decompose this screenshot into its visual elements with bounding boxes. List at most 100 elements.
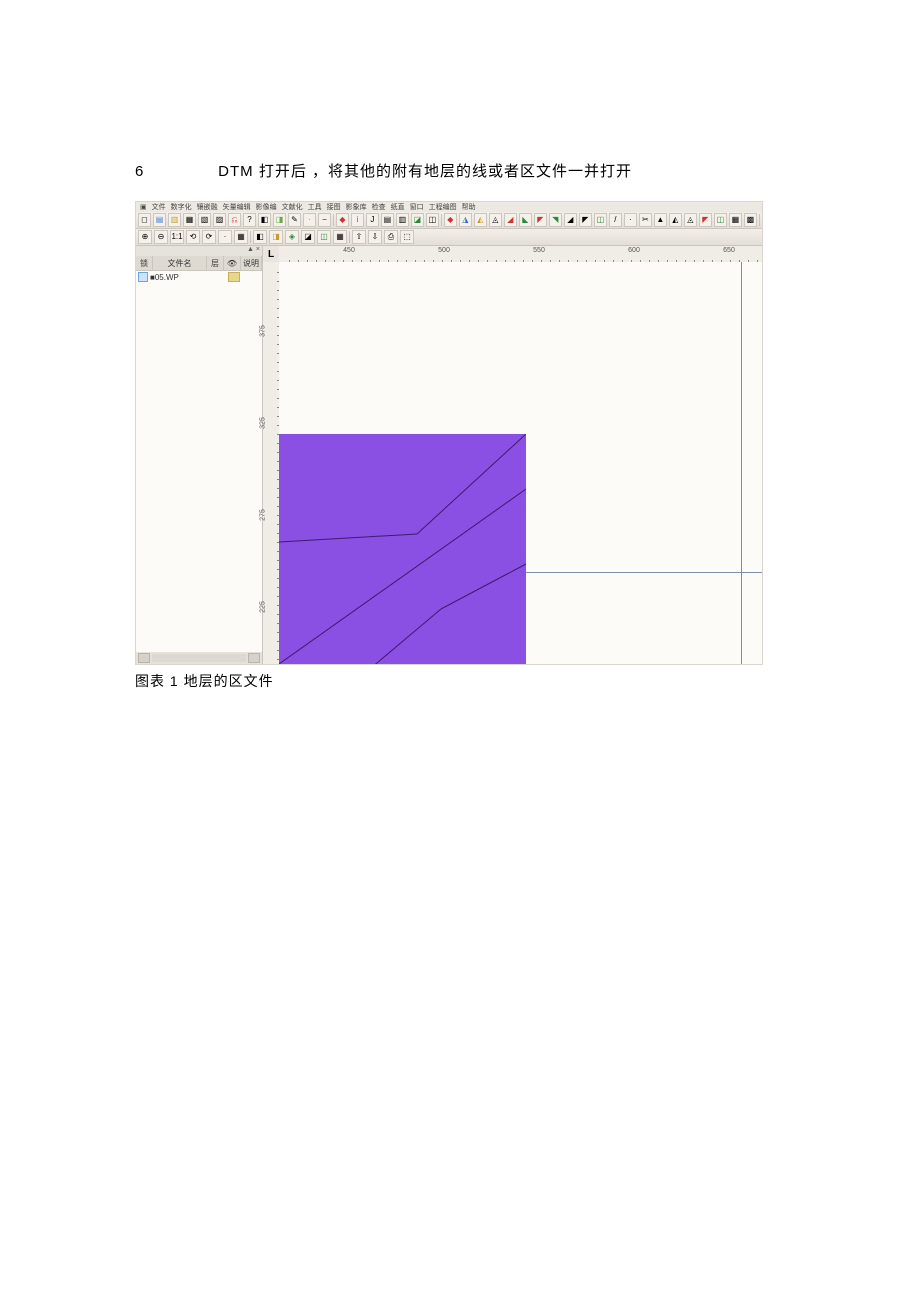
panel-hscroll[interactable] (136, 652, 262, 664)
toolbar-button[interactable]: · (624, 213, 637, 227)
toolbar-button[interactable]: ◮ (459, 213, 472, 227)
menu-item[interactable]: 数字化 (171, 202, 192, 212)
scroll-left-icon[interactable] (138, 653, 150, 663)
horizontal-ruler: 450500550600650 (279, 246, 762, 263)
toolbar-button[interactable]: ◤ (579, 213, 592, 227)
toolbar-button[interactable]: ◤ (534, 213, 547, 227)
menu-item[interactable]: 文件 (152, 202, 166, 212)
toolbar-button[interactable]: ▩ (744, 213, 757, 227)
toolbar-button[interactable]: ◭ (474, 213, 487, 227)
scroll-right-icon[interactable] (248, 653, 260, 663)
toolbar-button[interactable]: ⟲ (186, 230, 200, 244)
toolbar-button[interactable]: ◫ (714, 213, 727, 227)
file-name: ■05.WP (150, 273, 226, 282)
toolbar-button[interactable]: · (303, 213, 316, 227)
toolbar-button[interactable]: ▦ (333, 230, 347, 244)
workspace: ▲ × 锁 文件名 层 👁 说明 ■05.WP (136, 246, 762, 664)
toolbar-button[interactable]: ◬ (684, 213, 697, 227)
toolbar-button[interactable]: ▦ (183, 213, 196, 227)
ruler-label: 225 (260, 599, 267, 615)
toolbar-button[interactable]: / (609, 213, 622, 227)
menu-item[interactable]: 纸直 (391, 202, 405, 212)
menu-item[interactable]: 影象库 (346, 202, 367, 212)
toolbar-button[interactable]: ▦ (729, 213, 742, 227)
polygon-region[interactable] (279, 434, 526, 664)
toolbar-button[interactable]: ◫ (426, 213, 439, 227)
toolbar-button[interactable]: ▤ (381, 213, 394, 227)
toolbar-button[interactable]: ◢ (504, 213, 517, 227)
menu-item[interactable]: 镶嵌融 (197, 202, 218, 212)
toolbar-button[interactable]: ⇩ (368, 230, 382, 244)
toolbar-button[interactable]: ◆ (444, 213, 457, 227)
toolbar-button[interactable]: ◫ (317, 230, 331, 244)
file-row[interactable]: ■05.WP (136, 271, 262, 283)
menu-item[interactable]: 矢量编辑 (223, 202, 251, 212)
step-line: 6 DTM 打开后 ，将其他的附有地层的线或者区文件一并打开 (135, 160, 785, 181)
toolbar-button[interactable]: ◬ (489, 213, 502, 227)
col-lock: 锁 (136, 256, 153, 270)
toolbar-button[interactable]: ◫ (594, 213, 607, 227)
toolbar-button[interactable]: 1:1 (170, 230, 184, 244)
vertical-ruler: 375325275225 (263, 262, 280, 664)
toolbar-button[interactable]: J (366, 213, 379, 227)
toolbar-button[interactable]: ◪ (411, 213, 424, 227)
toolbar-button[interactable]: ◪ (301, 230, 315, 244)
toolbar-button[interactable]: i (351, 213, 364, 227)
menu-item[interactable]: 接图 (327, 202, 341, 212)
toolbar-button[interactable]: ⊖ (154, 230, 168, 244)
menu-item[interactable]: 帮助 (462, 202, 476, 212)
toolbar-button[interactable]: ✎ (288, 213, 301, 227)
file-checkbox[interactable] (138, 272, 148, 282)
app-icon: ▣ (140, 203, 147, 211)
toolbar-button[interactable]: ⎯ (318, 213, 331, 227)
toolbar-button[interactable]: ? (243, 213, 256, 227)
toolbar-button[interactable]: ◥ (549, 213, 562, 227)
canvas[interactable] (279, 262, 762, 664)
toolbar-button[interactable]: ◧ (258, 213, 271, 227)
toolbar-button[interactable]: ◤ (699, 213, 712, 227)
toolbar-button[interactable]: ⬚ (400, 230, 414, 244)
menu-item[interactable]: 影像编 (256, 202, 277, 212)
stratum-line (279, 489, 526, 664)
toolbar-button[interactable]: ◣ (519, 213, 532, 227)
toolbar-button[interactable]: ⊕ (138, 230, 152, 244)
toolbar-button[interactable]: ◨ (269, 230, 283, 244)
toolbar-button[interactable]: ▧ (198, 213, 211, 227)
toolbar-row-1: ◻▤▥▦▧▨⎌?◧◨✎·⎯◆iJ▤▥◪◫◆◮◭◬◢◣◤◥◢◤◫/·✂▲◭◬◤◫▦… (136, 212, 762, 229)
ruler-label: 375 (260, 323, 267, 339)
toolbar-button[interactable]: ◢ (564, 213, 577, 227)
menu-item[interactable]: 文献化 (282, 202, 303, 212)
ruler-label: 275 (260, 507, 267, 523)
scroll-track[interactable] (152, 654, 246, 662)
toolbar-button[interactable]: ▤ (153, 213, 166, 227)
menu-item[interactable]: 窗口 (410, 202, 424, 212)
toolbar-button[interactable]: · (218, 230, 232, 244)
toolbar-button[interactable]: ▲ (654, 213, 667, 227)
menu-item[interactable]: 工具 (308, 202, 322, 212)
stratum-line (371, 609, 441, 664)
toolbar-button[interactable]: ◆ (336, 213, 349, 227)
toolbar-button[interactable]: ⎙ (384, 230, 398, 244)
toolbar-button[interactable]: ⟳ (202, 230, 216, 244)
toolbar-button[interactable]: ◭ (669, 213, 682, 227)
stratum-line (441, 564, 526, 609)
toolbar-button[interactable]: ⎌ (228, 213, 241, 227)
toolbar-button[interactable]: ▥ (396, 213, 409, 227)
menu-item[interactable]: 工程编图 (429, 202, 457, 212)
toolbar-button[interactable]: ▨ (213, 213, 226, 227)
toolbar-button[interactable]: ◻ (138, 213, 151, 227)
ruler-label: 600 (628, 247, 640, 254)
ruler-label: 450 (343, 247, 355, 254)
menu-item[interactable]: 检查 (372, 202, 386, 212)
stratum-line (417, 434, 526, 534)
toolbar-button[interactable]: ▦ (234, 230, 248, 244)
toolbar-button[interactable]: ⇧ (352, 230, 366, 244)
toolbar-button[interactable]: ◈ (285, 230, 299, 244)
toolbar-button[interactable]: ◧ (253, 230, 267, 244)
toolbar-button[interactable]: ◨ (273, 213, 286, 227)
panel-pin-icon[interactable]: ▲ (247, 246, 254, 256)
toolbar-button[interactable]: ✂ (639, 213, 652, 227)
ruler-corner[interactable]: L (263, 246, 280, 263)
toolbar-button[interactable]: ▥ (168, 213, 181, 227)
panel-close-icon[interactable]: × (256, 246, 260, 256)
